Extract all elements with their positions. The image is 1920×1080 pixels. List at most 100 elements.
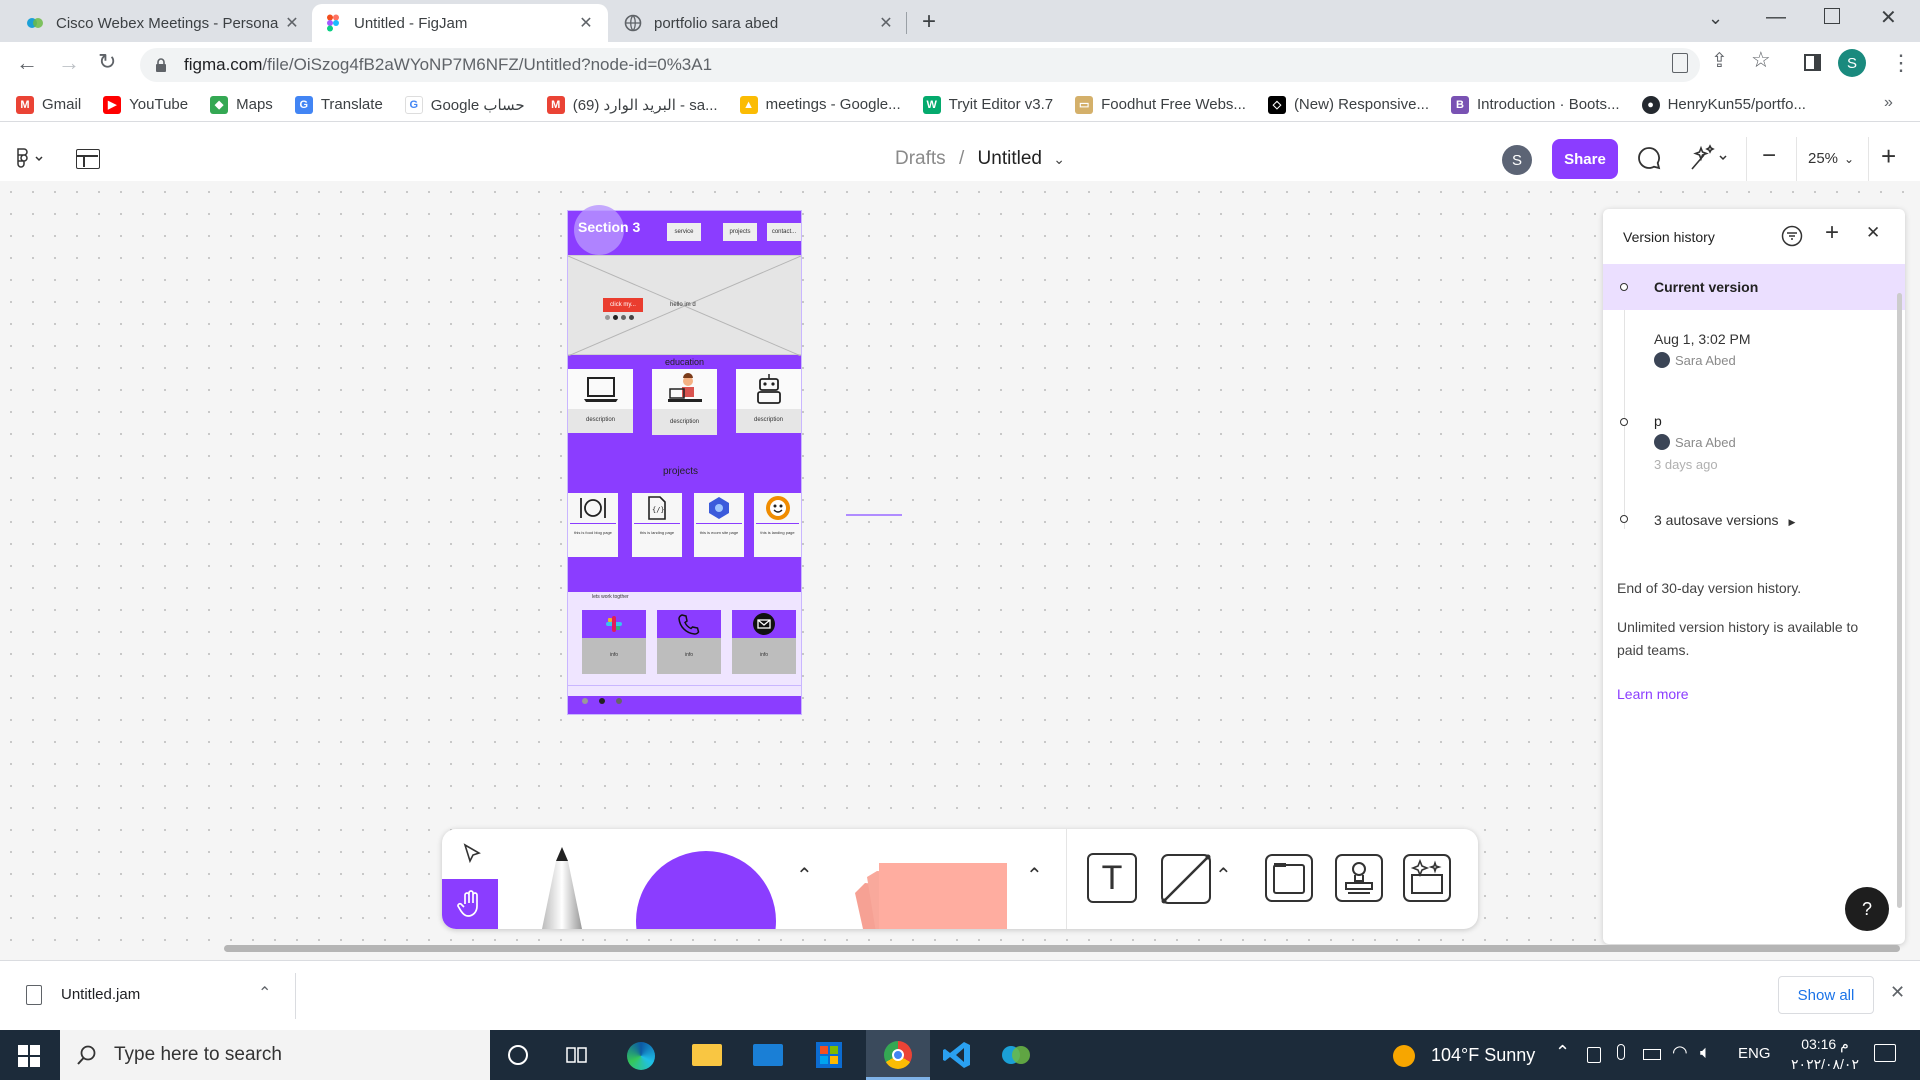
address-bar[interactable]: figma.com/file/OiSzog4fB2aWYoNP7M6NFZ/Un… bbox=[140, 48, 1700, 82]
section-frame[interactable]: Section 3 service projects contact... cl… bbox=[567, 205, 802, 715]
ai-sparkle-icon[interactable] bbox=[1686, 143, 1732, 173]
show-all-button[interactable]: Show all bbox=[1778, 976, 1874, 1014]
sticky-note-tool[interactable] bbox=[847, 863, 1022, 929]
back-arrow-icon[interactable]: ← bbox=[16, 50, 38, 76]
section-label[interactable]: Section 3 bbox=[578, 219, 640, 235]
stamp-tool-icon[interactable] bbox=[1334, 853, 1384, 903]
tab-figjam[interactable]: Untitled - FigJam ✕ bbox=[312, 4, 608, 42]
filter-icon[interactable] bbox=[1781, 225, 1803, 247]
contact-card[interactable]: info bbox=[582, 610, 646, 674]
bookmark-star-icon[interactable]: ☆ bbox=[1751, 47, 1771, 73]
store-icon[interactable] bbox=[816, 1042, 842, 1068]
tab-webex[interactable]: Cisco Webex Meetings - Persona ✕ bbox=[14, 4, 314, 42]
section-tool-icon[interactable] bbox=[1264, 853, 1314, 903]
share-page-icon[interactable]: ⇪ bbox=[1711, 48, 1728, 73]
notification-icon[interactable] bbox=[1874, 1044, 1896, 1062]
bookmark-youtube[interactable]: ▶ YouTube bbox=[103, 95, 188, 114]
close-icon[interactable]: ✕ bbox=[576, 13, 596, 33]
close-icon[interactable]: ✕ bbox=[1890, 982, 1905, 1003]
bookmark-translate[interactable]: G Translate bbox=[294, 95, 383, 114]
wifi-icon[interactable]: ◠ bbox=[1672, 1042, 1688, 1063]
minimize-button[interactable]: — bbox=[1766, 6, 1786, 29]
nav-projects[interactable]: projects bbox=[723, 223, 757, 241]
chevron-up-icon[interactable]: ⌃ bbox=[1555, 1042, 1570, 1063]
new-tab-button[interactable]: + bbox=[922, 8, 936, 36]
chevron-up-icon[interactable]: ⌃ bbox=[1215, 863, 1232, 888]
nav-service[interactable]: service bbox=[667, 223, 701, 241]
bookmark-bootstrap[interactable]: B Introduction · Boots... bbox=[1450, 95, 1620, 114]
task-view-icon[interactable] bbox=[566, 1044, 588, 1066]
project-card[interactable]: this is landing page bbox=[754, 493, 801, 557]
tab-search-button[interactable]: ⌄ bbox=[1708, 8, 1723, 29]
bookmark-maps[interactable]: ◆ Maps bbox=[210, 95, 273, 114]
autosave-versions[interactable]: 3 autosave versions ▶ bbox=[1603, 512, 1905, 536]
tab-portfolio[interactable]: portfolio sara abed ✕ bbox=[612, 4, 908, 42]
user-avatar[interactable]: S bbox=[1502, 145, 1532, 175]
webex-icon[interactable] bbox=[1000, 1041, 1032, 1069]
layout-panel-icon[interactable] bbox=[76, 149, 100, 169]
learn-more-link[interactable]: Learn more bbox=[1617, 686, 1689, 702]
weather-sun-icon[interactable] bbox=[1393, 1045, 1415, 1067]
edu-card[interactable]: description bbox=[568, 369, 633, 433]
widgets-tool-icon[interactable] bbox=[1402, 853, 1452, 903]
bookmark-inbox[interactable]: M البريد الوارد (69) - sa... bbox=[546, 95, 718, 114]
social-dot-icon[interactable] bbox=[616, 698, 622, 704]
weather-text[interactable]: 104°F Sunny bbox=[1431, 1045, 1535, 1066]
contact-card[interactable]: info bbox=[732, 610, 796, 674]
version-item[interactable]: Aug 1, 3:02 PM Sara Abed bbox=[1603, 331, 1905, 385]
social-dot-icon[interactable] bbox=[621, 315, 626, 320]
version-item[interactable]: p Sara Abed 3 days ago bbox=[1603, 413, 1905, 483]
contact-card[interactable]: info bbox=[657, 610, 721, 674]
edge-icon[interactable] bbox=[627, 1042, 655, 1070]
microphone-icon[interactable] bbox=[1617, 1044, 1625, 1060]
connector-line[interactable] bbox=[846, 514, 902, 516]
clock[interactable]: 03:16 م ٢٠٢٢/٠٨/٠٢ bbox=[1780, 1034, 1870, 1074]
file-name[interactable]: Untitled bbox=[978, 148, 1042, 169]
project-card[interactable]: {/} this is landing page bbox=[632, 493, 682, 557]
marker-tool[interactable] bbox=[532, 847, 592, 929]
social-dot-icon[interactable] bbox=[599, 698, 605, 704]
bookmark-gmail[interactable]: M Gmail bbox=[16, 95, 81, 114]
chevron-up-icon[interactable]: ⌃ bbox=[1026, 863, 1043, 888]
chevron-up-icon[interactable]: ⌃ bbox=[796, 863, 813, 888]
zoom-in-button[interactable]: + bbox=[1881, 141, 1896, 172]
side-panel-icon[interactable] bbox=[1804, 54, 1821, 71]
forward-arrow-icon[interactable]: → bbox=[58, 50, 80, 76]
device-icon[interactable] bbox=[1587, 1047, 1601, 1063]
bookmark-meetings[interactable]: ▲ meetings - Google... bbox=[739, 95, 901, 114]
kebab-menu-icon[interactable]: ⋮ bbox=[1890, 50, 1912, 76]
main-menu-button[interactable] bbox=[14, 147, 44, 169]
canvas-scrollbar[interactable] bbox=[224, 945, 1900, 952]
close-window-button[interactable]: ✕ bbox=[1880, 5, 1897, 30]
battery-icon[interactable] bbox=[1643, 1049, 1661, 1060]
volume-icon[interactable]: 🔈︎ bbox=[1700, 1042, 1711, 1063]
edu-card[interactable]: description bbox=[652, 369, 717, 435]
breadcrumb-drafts[interactable]: Drafts bbox=[895, 148, 946, 169]
share-button[interactable]: Share bbox=[1552, 139, 1618, 179]
bookmark-github[interactable]: ● HenryKun55/portfo... bbox=[1641, 95, 1806, 114]
hand-tool-button[interactable] bbox=[442, 879, 498, 929]
connector-tool-icon[interactable] bbox=[1158, 851, 1214, 907]
close-icon[interactable]: ✕ bbox=[876, 13, 896, 33]
move-tool-icon[interactable] bbox=[462, 843, 482, 865]
file-explorer-icon[interactable] bbox=[692, 1044, 722, 1066]
social-dot-icon[interactable] bbox=[613, 315, 618, 320]
language-indicator[interactable]: ENG bbox=[1738, 1045, 1771, 1062]
chrome-taskbar-button[interactable] bbox=[866, 1030, 930, 1080]
chevron-up-icon[interactable]: ⌃ bbox=[258, 983, 271, 1003]
bookmark-responsive[interactable]: ◇ (New) Responsive... bbox=[1267, 95, 1429, 114]
chevron-down-icon[interactable]: ⌄ bbox=[1053, 151, 1065, 167]
zoom-level[interactable]: 25% ⌄ bbox=[1808, 150, 1854, 167]
close-icon[interactable]: ✕ bbox=[1866, 223, 1880, 243]
download-file-name[interactable]: Untitled.jam bbox=[61, 986, 140, 1003]
maximize-button[interactable] bbox=[1824, 8, 1840, 24]
vscode-icon[interactable] bbox=[942, 1040, 972, 1070]
comment-icon[interactable] bbox=[1636, 145, 1662, 171]
social-dot-icon[interactable] bbox=[629, 315, 634, 320]
nav-contact[interactable]: contact... bbox=[767, 223, 801, 241]
more-bookmarks-icon[interactable]: » bbox=[1884, 94, 1893, 112]
cortana-icon[interactable] bbox=[508, 1045, 528, 1065]
profile-avatar[interactable]: S bbox=[1838, 49, 1866, 77]
social-dot-icon[interactable] bbox=[582, 698, 588, 704]
reload-icon[interactable]: ↻ bbox=[98, 49, 116, 75]
